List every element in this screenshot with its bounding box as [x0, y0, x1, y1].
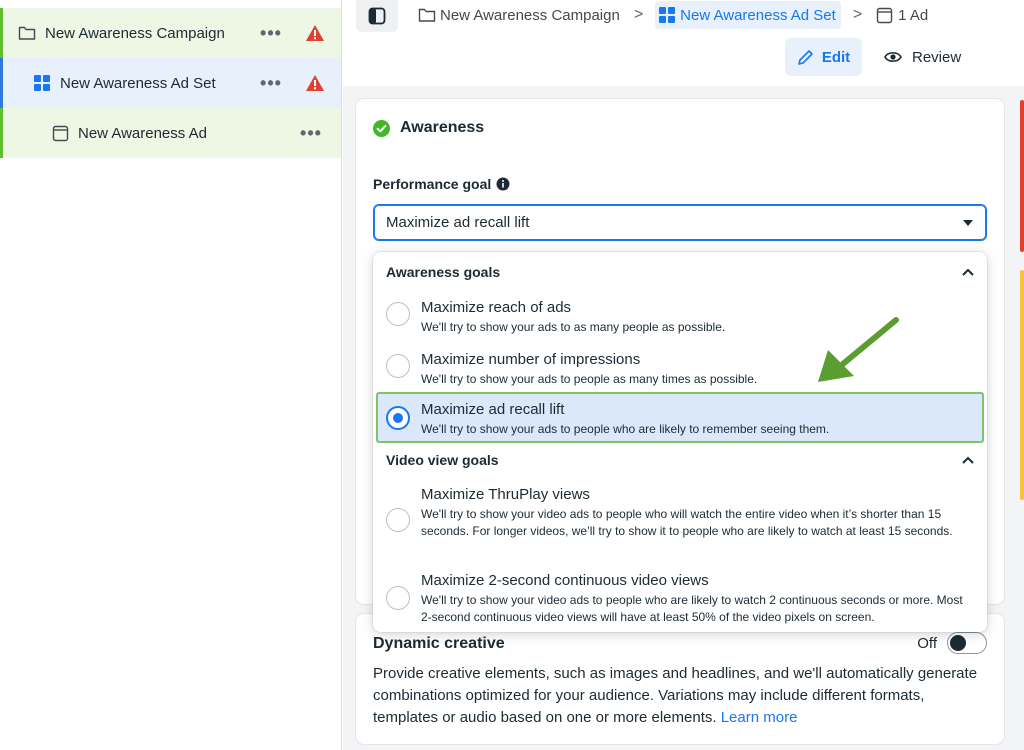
- grid-icon: [658, 6, 676, 24]
- more-options-icon[interactable]: •••: [299, 124, 323, 142]
- warning-indicator-bar: [1020, 270, 1024, 500]
- ad-page-icon: [876, 6, 894, 24]
- breadcrumb-label: New Awareness Ad Set: [680, 6, 836, 24]
- dynamic-creative-toggle[interactable]: [947, 632, 987, 654]
- chevron-up-icon: [962, 456, 974, 464]
- sidebar-toggle-button[interactable]: [356, 0, 398, 32]
- group-title: Awareness goals: [386, 264, 501, 280]
- breadcrumb-label: 1 Ad: [898, 6, 929, 24]
- option-maximize-ad-recall-lift[interactable]: Maximize ad recall lift We'll try to sho…: [376, 392, 984, 443]
- tree-item-label: New Awareness Ad Set: [60, 74, 216, 92]
- panel-toggle-icon: [368, 7, 386, 25]
- breadcrumb-adset[interactable]: New Awareness Ad Set: [655, 1, 841, 29]
- review-button-label: Review: [912, 48, 962, 66]
- radio-button[interactable]: [386, 508, 410, 532]
- tree-item-ad[interactable]: New Awareness Ad •••: [0, 108, 341, 158]
- breadcrumb: New Awareness Campaign > New Awareness A…: [416, 0, 930, 30]
- tree-item-campaign[interactable]: New Awareness Campaign •••: [0, 8, 341, 58]
- warning-icon[interactable]: [305, 24, 325, 42]
- objective-title: Awareness: [373, 119, 484, 137]
- eye-icon: [884, 52, 902, 62]
- folder-icon: [418, 6, 436, 24]
- annotation-arrow-icon: [818, 317, 899, 382]
- chevron-up-icon: [962, 268, 974, 276]
- learn-more-link[interactable]: Learn more: [721, 709, 798, 726]
- performance-goal-dropdown: Awareness goals Maximize reach of ads We…: [373, 252, 987, 632]
- dynamic-creative-description: Provide creative elements, such as image…: [373, 663, 993, 729]
- check-circle-icon: [373, 119, 390, 137]
- radio-button[interactable]: [386, 354, 410, 378]
- performance-goal-value: Maximize ad recall lift: [386, 214, 530, 231]
- info-icon[interactable]: [496, 177, 510, 191]
- breadcrumb-campaign[interactable]: New Awareness Campaign: [416, 1, 622, 29]
- pencil-icon: [798, 49, 813, 65]
- dynamic-creative-toggle-wrap: Off: [917, 632, 987, 654]
- chevron-right-icon: >: [633, 6, 644, 23]
- dynamic-creative-card: Dynamic creative Off Provide creative el…: [356, 614, 1004, 744]
- review-button[interactable]: Review: [876, 38, 969, 76]
- caret-down-icon: [963, 219, 973, 226]
- breadcrumb-ad[interactable]: 1 Ad: [874, 1, 930, 29]
- ad-page-icon: [51, 124, 69, 142]
- radio-button[interactable]: [386, 586, 410, 610]
- performance-goal-label-text: Performance goal: [373, 176, 492, 192]
- option-title: Maximize ad recall lift: [421, 401, 565, 418]
- warning-icon[interactable]: [305, 74, 325, 92]
- campaign-tree-sidebar: New Awareness Campaign ••• New Awareness…: [0, 0, 342, 750]
- option-description: We'll try to show your video ads to peop…: [421, 593, 963, 624]
- chevron-right-icon: >: [852, 6, 863, 23]
- grid-icon: [33, 74, 51, 92]
- radio-button-selected[interactable]: [386, 406, 410, 430]
- option-title: Maximize ThruPlay views: [421, 486, 590, 503]
- folder-icon: [18, 24, 36, 42]
- dynamic-creative-description-text: Provide creative elements, such as image…: [373, 665, 978, 726]
- awareness-goals-header[interactable]: Awareness goals: [373, 253, 987, 291]
- dynamic-creative-title: Dynamic creative: [373, 635, 505, 652]
- performance-goal-label: Performance goal: [373, 176, 510, 192]
- tree-item-adset[interactable]: New Awareness Ad Set •••: [0, 58, 341, 108]
- option-description: We'll try to show your video ads to peop…: [421, 507, 953, 538]
- toggle-state-label: Off: [917, 634, 937, 652]
- tree-item-label: New Awareness Campaign: [45, 24, 225, 42]
- tree-item-label: New Awareness Ad: [78, 124, 207, 142]
- edit-button-label: Edit: [821, 48, 851, 66]
- option-maximize-2-second-views[interactable]: Maximize 2-second continuous video views…: [373, 572, 987, 630]
- option-description: We'll try to show your ads to people who…: [421, 422, 830, 436]
- objective-title-text: Awareness: [400, 119, 485, 136]
- option-maximize-thruplay[interactable]: Maximize ThruPlay views We'll try to sho…: [373, 486, 987, 562]
- error-indicator-bar: [1020, 100, 1024, 252]
- option-title: Maximize 2-second continuous video views: [421, 572, 709, 589]
- radio-button[interactable]: [386, 302, 410, 326]
- video-view-goals-header[interactable]: Video view goals: [373, 441, 987, 479]
- performance-goal-select[interactable]: Maximize ad recall lift: [373, 204, 987, 241]
- more-options-icon[interactable]: •••: [259, 24, 283, 42]
- more-options-icon[interactable]: •••: [259, 74, 283, 92]
- breadcrumb-label: New Awareness Campaign: [440, 6, 620, 24]
- group-title: Video view goals: [386, 452, 499, 468]
- edit-button[interactable]: Edit: [785, 38, 862, 76]
